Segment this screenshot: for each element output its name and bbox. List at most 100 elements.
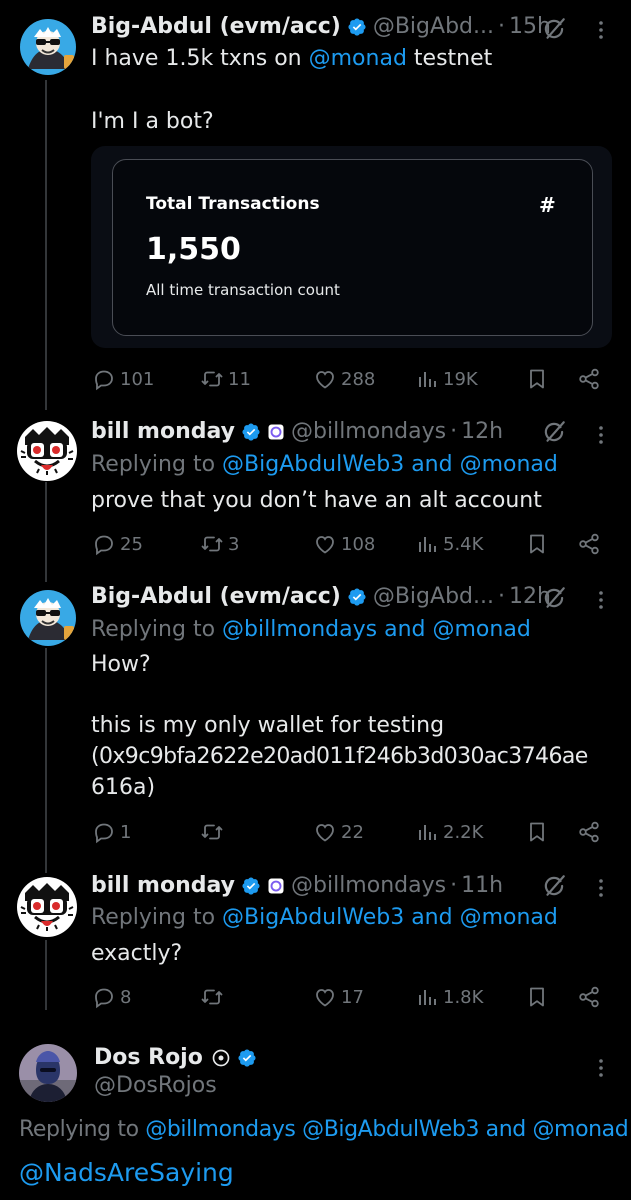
replying-to: Replying to @BigAbdulWeb3 and @monad [91,450,558,480]
affiliate-badge-icon [267,877,285,895]
verified-badge-icon [347,17,367,37]
author-handle[interactable]: @billmondays [291,872,446,900]
affiliate-badge-icon [267,423,285,441]
share-icon[interactable] [577,532,601,556]
mention-link[interactable]: @BigAbdulWeb3 [222,452,404,477]
tweet-text: I'm I a bot? [91,109,214,134]
tweet-header: bill monday @billmondays · 12h [91,418,503,446]
tweet-time[interactable]: 11h [461,872,503,900]
tweet-time[interactable]: 12h [461,418,503,446]
bookmark-icon[interactable] [525,985,549,1009]
reply-icon [92,985,116,1009]
bookmark-icon[interactable] [525,367,549,391]
tweet-header: bill monday @billmondays · 11h [91,872,503,900]
grok-icon[interactable] [541,16,567,42]
grok-icon[interactable] [541,419,567,445]
avatar-bill-monday[interactable] [17,877,77,937]
tweet-text: this is my only wallet for testing [91,713,445,738]
tweet-text: prove that you don’t have an alt account [91,488,542,513]
views-count: 2.2K [443,821,484,843]
like-icon [313,820,337,844]
reply-count: 101 [120,368,155,390]
main-tweet-header: Dos Rojo [94,1044,257,1072]
author-name[interactable]: Dos Rojo [94,1044,203,1072]
author-handle[interactable]: @billmondays [291,418,446,446]
reply-button[interactable]: 101 [92,367,154,391]
views-button[interactable]: 2.2K [415,820,483,844]
reply-count: 25 [120,533,143,555]
author-name[interactable]: Big-Abdul (evm/acc) [91,583,341,611]
views-button[interactable]: 5.4K [415,532,483,556]
avatar-bill-monday[interactable] [17,421,77,481]
separator-dot: · [497,14,505,39]
mention-link[interactable]: @BigAbdulWeb3 [222,905,404,930]
mention-link[interactable]: @monad [532,1117,628,1142]
mention-link[interactable]: @monad [460,905,558,930]
repost-button[interactable]: 3 [200,532,239,556]
like-button[interactable]: 22 [313,820,364,844]
bookmark-icon[interactable] [525,820,549,844]
thread-line [45,80,47,410]
replying-prefix: Replying to [19,1117,139,1142]
tweet-text: 616a) [91,775,156,800]
reply-count: 8 [120,986,132,1008]
author-name[interactable]: bill monday [91,418,235,446]
more-icon[interactable] [598,878,604,898]
tweet-text: How? [91,652,151,677]
mention-link[interactable]: @monad [433,617,531,642]
avatar-big-abdul[interactable] [20,590,76,646]
reply-button[interactable]: 8 [92,985,131,1009]
bookmark-icon[interactable] [525,532,549,556]
grok-icon[interactable] [541,585,567,611]
reply-icon [92,532,116,556]
mention-link[interactable]: @billmondays [145,1117,296,1142]
repost-button[interactable] [200,820,228,844]
author-name[interactable]: bill monday [91,872,235,900]
more-icon[interactable] [598,20,604,40]
card-subtitle: All time transaction count [146,281,340,299]
circled-badge-icon [211,1048,231,1068]
grok-icon[interactable] [541,873,567,899]
share-icon[interactable] [577,820,601,844]
views-icon [415,367,439,391]
repost-button[interactable]: 11 [200,367,251,391]
main-tweet-text[interactable]: @NadsAreSaying [19,1158,234,1188]
like-count: 288 [341,368,376,390]
mention-link[interactable]: @monad [309,46,407,71]
reply-button[interactable]: 1 [92,820,131,844]
verified-badge-icon [241,422,261,442]
thread-line [45,482,47,582]
avatar-big-abdul[interactable] [20,19,76,75]
like-button[interactable]: 108 [313,532,375,556]
replying-and: and [384,617,426,642]
views-button[interactable]: 1.8K [415,985,483,1009]
author-handle[interactable]: @BigAbd... [373,13,494,41]
reply-button[interactable]: 25 [92,532,143,556]
replying-prefix: Replying to [91,905,216,930]
share-icon[interactable] [577,367,601,391]
mention-link[interactable]: @monad [460,452,558,477]
like-button[interactable]: 288 [313,367,375,391]
separator-dot: · [450,419,458,444]
author-handle[interactable]: @DosRojos [94,1071,217,1101]
views-count: 5.4K [443,533,484,555]
mention-link[interactable]: @billmondays [222,617,377,642]
repost-button[interactable] [200,985,228,1009]
views-icon [415,820,439,844]
more-icon[interactable] [598,590,604,610]
repost-count: 11 [228,368,251,390]
share-icon[interactable] [577,985,601,1009]
verified-badge-icon [347,587,367,607]
views-button[interactable]: 19K [415,367,478,391]
replying-prefix: Replying to [91,617,216,642]
more-icon[interactable] [598,425,604,445]
mention-link[interactable]: @BigAbdulWeb3 [302,1117,479,1142]
author-handle[interactable]: @BigAbd... [373,583,494,611]
avatar-dos-rojo[interactable] [19,1044,77,1102]
card-hash-icon: # [539,193,556,217]
author-name[interactable]: Big-Abdul (evm/acc) [91,13,341,41]
views-icon [415,532,439,556]
like-icon [313,985,337,1009]
more-icon[interactable] [598,1058,604,1078]
like-button[interactable]: 17 [313,985,364,1009]
